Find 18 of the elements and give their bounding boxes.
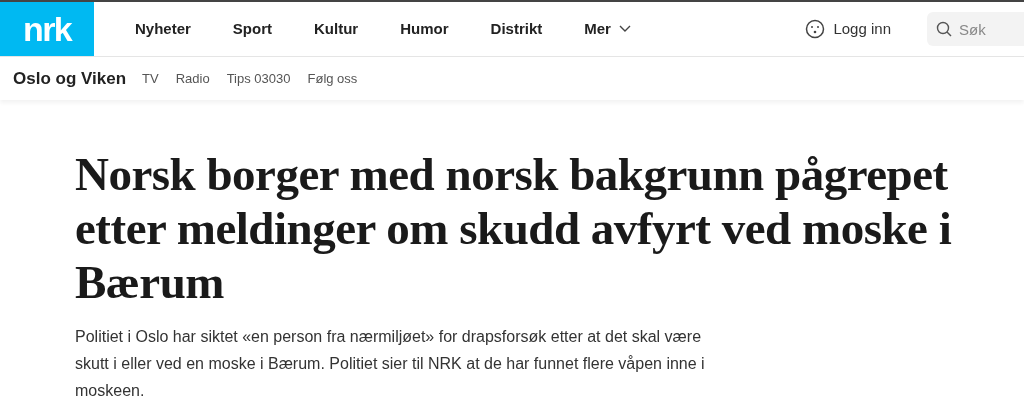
subnav-link[interactable]: Radio: [175, 68, 210, 89]
nav-link[interactable]: Sport: [232, 17, 273, 41]
subnav-link[interactable]: TV: [142, 68, 159, 89]
lead-paragraph: Politiet i Oslo har siktet «en person fra nærmiljøet» for drapsforsøk etter at det skal være skutt i eller ved en moske i Bærum. Politiet sier til NRK at de har funnet flere våpen inne i moskeen.: [75, 327, 706, 401]
subnav-link[interactable]: Følg oss: [307, 68, 358, 89]
subnav-link[interactable]: Tips 03030: [226, 68, 291, 89]
nav-link[interactable]: Distrikt: [490, 17, 543, 41]
face-icon: [805, 19, 826, 39]
nav-link[interactable]: Humor: [400, 17, 449, 41]
nav-link[interactable]: Mer: [584, 17, 631, 41]
search-icon: [936, 21, 952, 37]
search-field[interactable]: Søk: [927, 12, 1024, 46]
nav-link[interactable]: Nyheter: [135, 17, 191, 41]
region-title: Oslo og Viken: [13, 67, 127, 90]
headline: Norsk borger med norsk bakgrunn pågrepet etter meldinger om skudd avfyrt ved moske i Bærum: [75, 147, 953, 309]
login-button[interactable]: Logg inn: [805, 17, 891, 41]
chevron-down-icon: [618, 25, 631, 33]
nav-link[interactable]: Kultur: [314, 17, 359, 41]
